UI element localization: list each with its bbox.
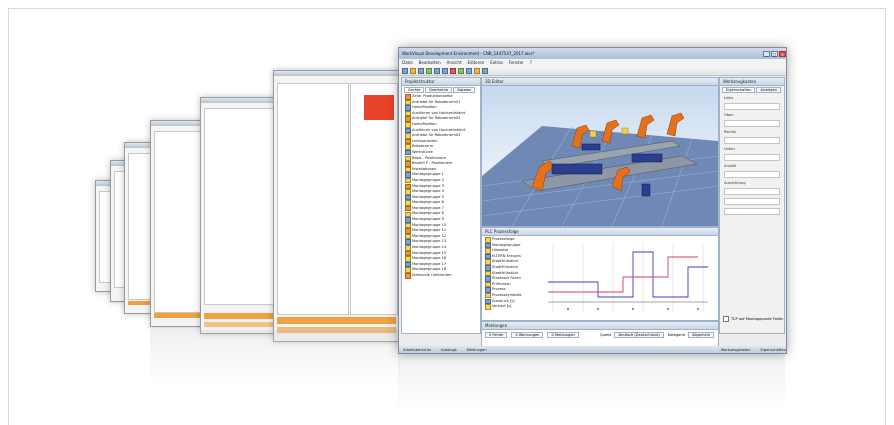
tab-geometry[interactable]: Geometrie — [425, 87, 453, 93]
reflection-left — [150, 330, 400, 385]
errors-filter[interactable]: 0 Fehler — [485, 332, 508, 338]
timing-diagram[interactable] — [538, 237, 716, 319]
fixture — [551, 163, 603, 175]
status-properties[interactable]: Eigenschaften — [761, 348, 786, 352]
status-workspaces[interactable]: Arbeitsbereiche — [403, 348, 431, 352]
menu-view[interactable]: Ansicht — [447, 60, 462, 65]
label-left: Links — [724, 96, 734, 100]
3d-editor-panel: 3D Editor — [481, 77, 719, 227]
3d-scene[interactable] — [482, 86, 718, 226]
source-label: Quelle — [599, 333, 612, 337]
category-select[interactable]: Allgemein — [688, 332, 714, 338]
main-window: WorkVisual Development Environment - CNB… — [398, 47, 787, 354]
run-icon[interactable] — [458, 67, 464, 74]
field-right[interactable] — [724, 137, 780, 144]
project-structure-header: Projektstruktur — [402, 78, 480, 86]
close-button[interactable]: × — [779, 50, 786, 57]
warnings-filter[interactable]: 0 Warnungen — [511, 332, 544, 338]
frame-line-right — [885, 8, 886, 425]
label-alignment: Ausrichtung — [724, 181, 746, 185]
label-top: Oben — [724, 113, 734, 117]
field-extra-2[interactable] — [724, 208, 780, 215]
tcp-checkbox[interactable] — [723, 316, 729, 322]
toolbar — [399, 66, 786, 76]
toolbox-header: Werkzeugkasten — [720, 78, 784, 86]
menu-help[interactable]: ? — [530, 60, 532, 65]
reflection-main — [398, 354, 785, 414]
status-bar: Arbeitsbereiche Katalogs Meldungen Werkz… — [399, 346, 786, 353]
process-sequence-header: PLC Prozessfolge — [482, 228, 718, 236]
field-extra-1[interactable] — [724, 198, 780, 205]
tree-item-label: Verkauf [s] — [492, 304, 512, 309]
zoom-icon[interactable] — [466, 67, 472, 74]
source-select[interactable]: Deutsch (Deutschland) — [614, 332, 664, 338]
label-bottom: Unten — [724, 147, 735, 151]
menu-bar: Datei Bearbeiten Ansicht Editoren Extras… — [399, 59, 786, 66]
status-catalogs[interactable]: Katalogs — [441, 348, 456, 352]
messages-filter[interactable]: 0 Meldungen — [547, 332, 579, 338]
deploy-icon[interactable] — [426, 67, 432, 74]
menu-editors[interactable]: Editoren — [467, 60, 484, 65]
tcp-checkbox-row[interactable]: TCP auf Montagepunkt Folien — [723, 316, 783, 322]
minimize-button[interactable]: _ — [763, 50, 770, 57]
project-structure-panel: Projektstruktur Geräte Geometrie Dateien… — [401, 77, 481, 334]
menu-file[interactable]: Datei — [402, 60, 413, 65]
tab-properties[interactable]: Eigenschaften — [722, 87, 756, 93]
maximize-button[interactable]: □ — [771, 50, 778, 57]
menu-edit[interactable]: Bearbeiten — [419, 60, 441, 65]
background-window-6 — [273, 70, 400, 342]
folder-icon — [405, 273, 411, 279]
toolbox-panel: Werkzeugkasten Eigenschaften Anzeigen Li… — [719, 77, 785, 334]
messages-toolbar: 0 Fehler 0 Warnungen 0 Meldungen Quelle … — [482, 330, 718, 340]
catalog-icon[interactable] — [482, 67, 488, 74]
title-bar: WorkVisual Development Environment - CNB… — [399, 48, 786, 59]
process-tree: Prozessfolge Montagegruppe Hinweise ELTERN … — [482, 237, 539, 310]
new-icon[interactable] — [402, 67, 408, 74]
tree-item[interactable]: Verkauf [s] — [485, 304, 539, 310]
menu-window[interactable]: Fenster — [509, 60, 524, 65]
frame-line-top — [8, 8, 886, 9]
menu-extras[interactable]: Extras — [490, 60, 503, 65]
field-count[interactable] — [724, 171, 780, 178]
open-icon[interactable] — [410, 67, 416, 74]
category-label: Kategorie — [667, 333, 686, 337]
project-tabs: Geräte Geometrie Dateien — [402, 86, 480, 94]
tree-item-label: Elektronik Lieferanten — [412, 273, 452, 277]
undo-icon[interactable] — [434, 67, 440, 74]
process-sequence-panel: PLC Prozessfolge Prozessfolge Montagegrup… — [481, 227, 719, 321]
toolbox-tabs: Eigenschaften Anzeigen — [720, 86, 784, 94]
field-bottom[interactable] — [724, 154, 780, 161]
messages-panel: Meldungen 0 Fehler 0 Warnungen 0 Meldung… — [481, 321, 719, 347]
redo-icon[interactable] — [442, 67, 448, 74]
field-top[interactable] — [724, 120, 780, 127]
red-highlight-block — [364, 95, 394, 120]
folder-icon — [485, 304, 491, 310]
label-count: Anzahl — [724, 164, 737, 168]
tcp-checkbox-label: TCP auf Montagepunkt Folien — [731, 317, 784, 321]
status-toolbox[interactable]: Werkzeugkasten — [721, 348, 751, 352]
messages-header: Meldungen — [482, 322, 718, 330]
stop-icon[interactable] — [450, 67, 456, 74]
status-messages[interactable]: Meldungen — [467, 348, 487, 352]
tab-display[interactable]: Anzeigen — [756, 87, 782, 93]
project-tree: Zelle: Produktionszelle Antriebe für Robo… — [402, 94, 480, 279]
tab-devices[interactable]: Geräte — [404, 87, 425, 93]
tab-files[interactable]: Dateien — [453, 87, 476, 93]
3d-editor-header: 3D Editor — [482, 78, 718, 86]
frame-line-left — [8, 8, 9, 425]
save-icon[interactable] — [418, 67, 424, 74]
field-left[interactable] — [724, 103, 780, 110]
field-alignment[interactable] — [724, 188, 780, 195]
tree-item[interactable]: Elektronik Lieferanten — [405, 273, 480, 279]
label-right: Rechts — [724, 130, 737, 134]
window-title: WorkVisual Development Environment - CNB… — [402, 51, 535, 56]
settings-icon[interactable] — [474, 67, 480, 74]
